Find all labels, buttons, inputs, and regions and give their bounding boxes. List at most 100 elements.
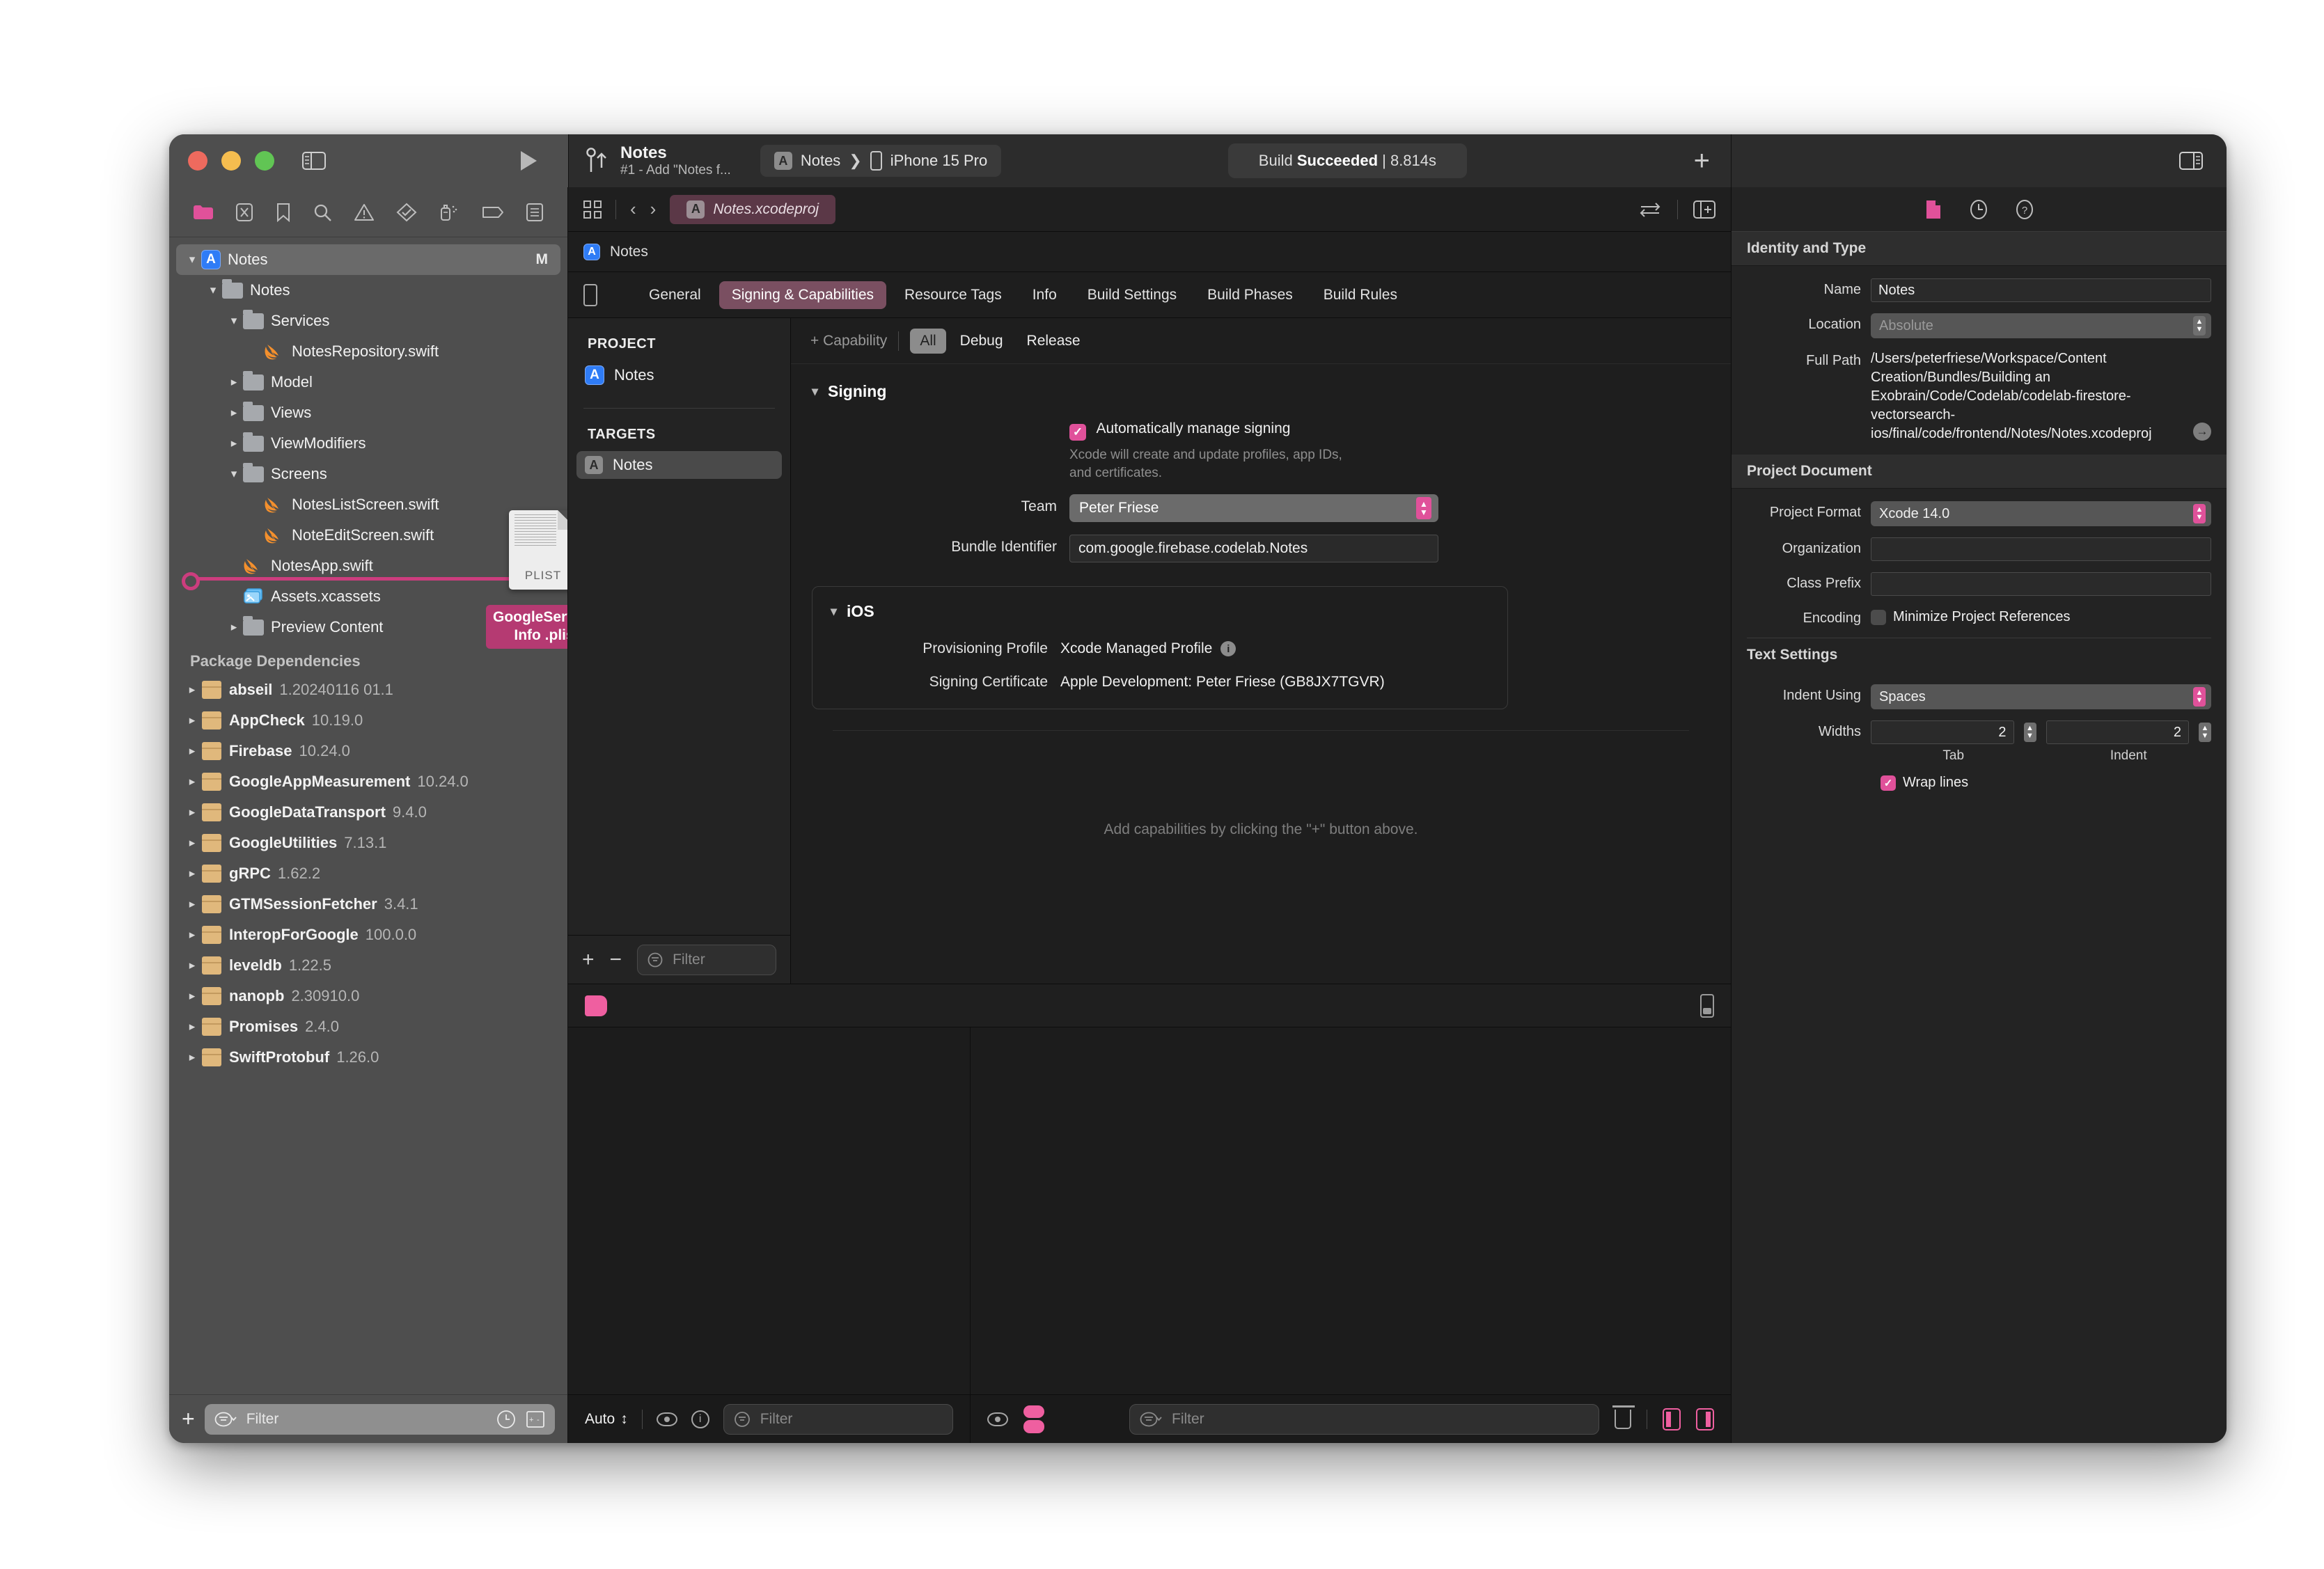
organization-input[interactable] bbox=[1871, 537, 2211, 561]
package-row[interactable]: ▸ GTMSessionFetcher 3.4.1 bbox=[176, 889, 560, 920]
disclosure-closed-icon[interactable]: ▸ bbox=[183, 928, 201, 942]
search-icon[interactable] bbox=[313, 203, 332, 222]
scheme-destination-pill[interactable]: A Notes ❯ iPhone 15 Pro bbox=[760, 145, 1002, 177]
source-diff-icon[interactable]: + - bbox=[526, 1410, 545, 1428]
package-row[interactable]: ▸ InteropForGoogle 100.0.0 bbox=[176, 920, 560, 950]
sidebar-toggle-icon[interactable] bbox=[302, 152, 326, 170]
ios-section-title[interactable]: ▾ iOS bbox=[831, 602, 1489, 621]
location-popup-button[interactable]: Absolute ▲ ▼ bbox=[1871, 313, 2211, 338]
package-row[interactable]: ▸ Promises 2.4.0 bbox=[176, 1011, 560, 1042]
navigator-row[interactable]: ▸ ViewModifiers bbox=[176, 428, 560, 459]
add-button[interactable]: + bbox=[1694, 147, 1710, 175]
disclosure-closed-icon[interactable]: ▸ bbox=[225, 406, 243, 420]
tab-general[interactable]: General bbox=[636, 281, 714, 309]
disclosure-closed-icon[interactable]: ▸ bbox=[225, 436, 243, 450]
disclosure-closed-icon[interactable]: ▸ bbox=[183, 744, 201, 758]
disclosure-closed-icon[interactable]: ▸ bbox=[183, 1020, 201, 1034]
compare-icon[interactable] bbox=[1638, 201, 1662, 218]
tab-width-input[interactable]: 2 bbox=[1871, 720, 2014, 744]
package-row[interactable]: ▸ AppCheck 10.19.0 bbox=[176, 705, 560, 736]
reveal-in-finder-icon[interactable]: → bbox=[2193, 423, 2211, 441]
disclosure-closed-icon[interactable]: ▸ bbox=[183, 897, 201, 911]
project-item-notes[interactable]: A Notes bbox=[576, 361, 782, 390]
add-editor-icon[interactable] bbox=[1693, 200, 1715, 219]
editor-tab-notes-xcodeproj[interactable]: A Notes.xcodeproj bbox=[670, 194, 836, 224]
bundle-id-input[interactable]: com.google.firebase.codelab.Notes bbox=[1069, 535, 1438, 563]
debug-toggle-icon[interactable] bbox=[1023, 1405, 1044, 1433]
quick-help-icon[interactable]: ? bbox=[2016, 199, 2034, 220]
eye-icon[interactable] bbox=[656, 1412, 677, 1426]
package-row[interactable]: ▸ gRPC 1.62.2 bbox=[176, 858, 560, 889]
tab-resource-tags[interactable]: Resource Tags bbox=[892, 281, 1014, 309]
warning-icon[interactable] bbox=[354, 203, 374, 221]
minimize-refs-checkbox[interactable] bbox=[1871, 609, 1886, 625]
minimize-button[interactable] bbox=[221, 151, 241, 171]
tab-build-rules[interactable]: Build Rules bbox=[1311, 281, 1410, 309]
chevron-down-icon-ios[interactable]: ▾ bbox=[831, 604, 837, 619]
navigator-row[interactable]: ▸NoteEditScreen.swift bbox=[176, 520, 560, 551]
wrap-lines-checkbox[interactable]: ✓ bbox=[1881, 775, 1896, 791]
target-item-notes[interactable]: A Notes bbox=[576, 451, 782, 479]
scope-popup-button[interactable]: Auto ↕ bbox=[585, 1411, 628, 1428]
disclosure-closed-icon[interactable]: ▸ bbox=[183, 989, 201, 1003]
disclosure-closed-icon[interactable]: ▸ bbox=[183, 867, 201, 881]
class-prefix-input[interactable] bbox=[1871, 572, 2211, 596]
package-row[interactable]: ▸ nanopb 2.30910.0 bbox=[176, 981, 560, 1011]
navigator-row[interactable]: ▸NotesListScreen.swift bbox=[176, 489, 560, 520]
source-control-icon[interactable] bbox=[235, 203, 253, 222]
tab-width-stepper-icon[interactable]: ▲ ▼ bbox=[2023, 723, 2036, 742]
back-button[interactable]: ‹ bbox=[630, 198, 636, 220]
package-row[interactable]: ▸ GoogleDataTransport 9.4.0 bbox=[176, 797, 560, 828]
disclosure-closed-icon[interactable]: ▸ bbox=[225, 375, 243, 389]
file-inspector-icon[interactable] bbox=[1925, 199, 1942, 220]
close-button[interactable] bbox=[188, 151, 207, 171]
auto-manage-checkbox[interactable]: ✓ bbox=[1069, 424, 1086, 441]
breakpoint-icon[interactable] bbox=[482, 205, 504, 220]
navigator-row[interactable]: ▸ Views bbox=[176, 397, 560, 428]
disclosure-closed-icon[interactable]: ▸ bbox=[183, 805, 201, 819]
package-row[interactable]: ▸ leveldb 1.22.5 bbox=[176, 950, 560, 981]
panel-right-icon[interactable] bbox=[1696, 1408, 1714, 1430]
tab-signing-capabilities[interactable]: Signing & Capabilities bbox=[719, 281, 887, 309]
info-icon-debug[interactable]: i bbox=[691, 1410, 709, 1428]
build-status-pill[interactable]: Build Succeeded | 8.814s bbox=[1227, 143, 1468, 178]
variables-view[interactable] bbox=[568, 1027, 971, 1394]
name-input[interactable]: Notes bbox=[1871, 278, 2211, 302]
team-popup-button[interactable]: Peter Friese ▲ ▼ bbox=[1069, 494, 1438, 523]
inspector-toggle-icon[interactable] bbox=[2179, 152, 2203, 170]
navigator-filter-field[interactable]: Filter + - bbox=[204, 1403, 555, 1435]
package-row[interactable]: ▸ Firebase 10.24.0 bbox=[176, 736, 560, 766]
panel-left-icon[interactable] bbox=[1663, 1408, 1681, 1430]
run-icon[interactable] bbox=[519, 150, 537, 171]
navigator-row[interactable]: ▾ Screens bbox=[176, 459, 560, 489]
info-icon[interactable]: i bbox=[1220, 641, 1236, 657]
history-inspector-icon[interactable] bbox=[1970, 199, 1988, 220]
test-icon[interactable] bbox=[396, 203, 417, 222]
segment-release[interactable]: Release bbox=[1017, 329, 1090, 354]
disclosure-open-icon[interactable]: ▾ bbox=[225, 314, 243, 328]
console-filter-field[interactable]: Filter bbox=[1129, 1403, 1599, 1435]
platform-filter-icon[interactable] bbox=[583, 283, 597, 306]
remove-target-button[interactable]: − bbox=[610, 949, 622, 970]
console-view[interactable] bbox=[971, 1027, 1731, 1394]
mini-device-icon[interactable] bbox=[1700, 993, 1714, 1018]
folder-icon[interactable] bbox=[193, 204, 214, 221]
forward-button[interactable]: › bbox=[650, 198, 657, 220]
package-row[interactable]: ▸ SwiftProtobuf 1.26.0 bbox=[176, 1042, 560, 1073]
add-capability-button[interactable]: + Capability bbox=[810, 333, 887, 349]
tab-build-phases[interactable]: Build Phases bbox=[1195, 281, 1305, 309]
navigator-row[interactable]: ▾ A Notes M bbox=[176, 244, 560, 275]
disclosure-closed-icon[interactable]: ▸ bbox=[183, 1050, 201, 1064]
package-row[interactable]: ▸ abseil 1.20240116 01.1 bbox=[176, 675, 560, 705]
add-file-button[interactable]: + bbox=[182, 1408, 195, 1430]
disclosure-closed-icon[interactable]: ▸ bbox=[183, 713, 201, 727]
disclosure-closed-icon[interactable]: ▸ bbox=[183, 836, 201, 850]
indent-using-popup-button[interactable]: Spaces ▲ ▼ bbox=[1871, 684, 2211, 709]
signing-section-title[interactable]: ▾ Signing bbox=[812, 382, 1710, 401]
disclosure-open-icon[interactable]: ▾ bbox=[204, 283, 222, 297]
debug-tag-icon[interactable] bbox=[585, 995, 607, 1016]
indent-width-stepper-icon[interactable]: ▲ ▼ bbox=[2199, 723, 2211, 742]
segment-all[interactable]: All bbox=[910, 328, 946, 354]
minimap-grid-icon[interactable] bbox=[583, 200, 602, 219]
chevron-down-icon[interactable]: ▾ bbox=[812, 384, 818, 399]
